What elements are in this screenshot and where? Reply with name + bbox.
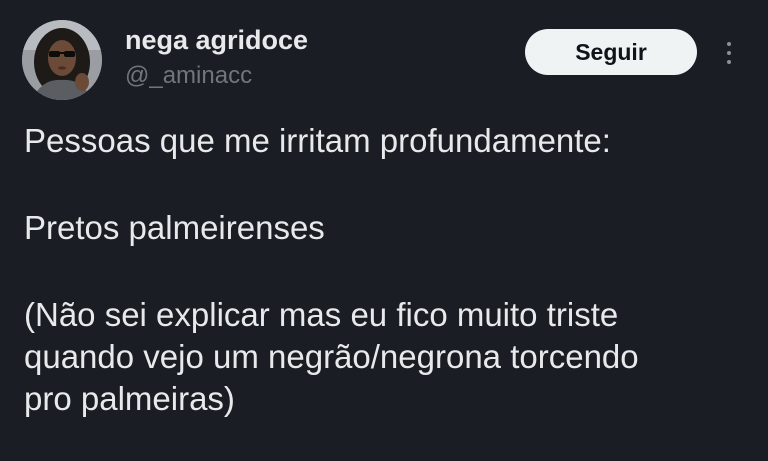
tweet-line: quando vejo um negrão/negrona torcendo	[24, 338, 639, 375]
avatar-image	[22, 20, 102, 100]
tweet-line: (Não sei explicar mas eu fico muito tris…	[24, 296, 619, 333]
tweet-line: pro palmeiras)	[24, 380, 235, 417]
follow-button[interactable]: Seguir	[525, 29, 697, 75]
more-vertical-icon[interactable]	[717, 36, 741, 70]
avatar[interactable]	[22, 20, 102, 100]
author-handle[interactable]: @_aminacc	[125, 62, 252, 90]
more-dot	[727, 60, 731, 64]
tweet-line: Pretos palmeirenses	[24, 209, 325, 246]
more-dot	[727, 51, 731, 55]
author-display-name[interactable]: nega agridoce	[125, 25, 308, 55]
more-dot	[727, 42, 731, 46]
tweet-line: Pessoas que me irritam profundamente:	[24, 122, 611, 159]
tweet-body: Pessoas que me irritam profundamente: Pr…	[24, 120, 754, 420]
tweet-card: nega agridoce @_aminacc Seguir Pessoas q…	[0, 0, 768, 461]
